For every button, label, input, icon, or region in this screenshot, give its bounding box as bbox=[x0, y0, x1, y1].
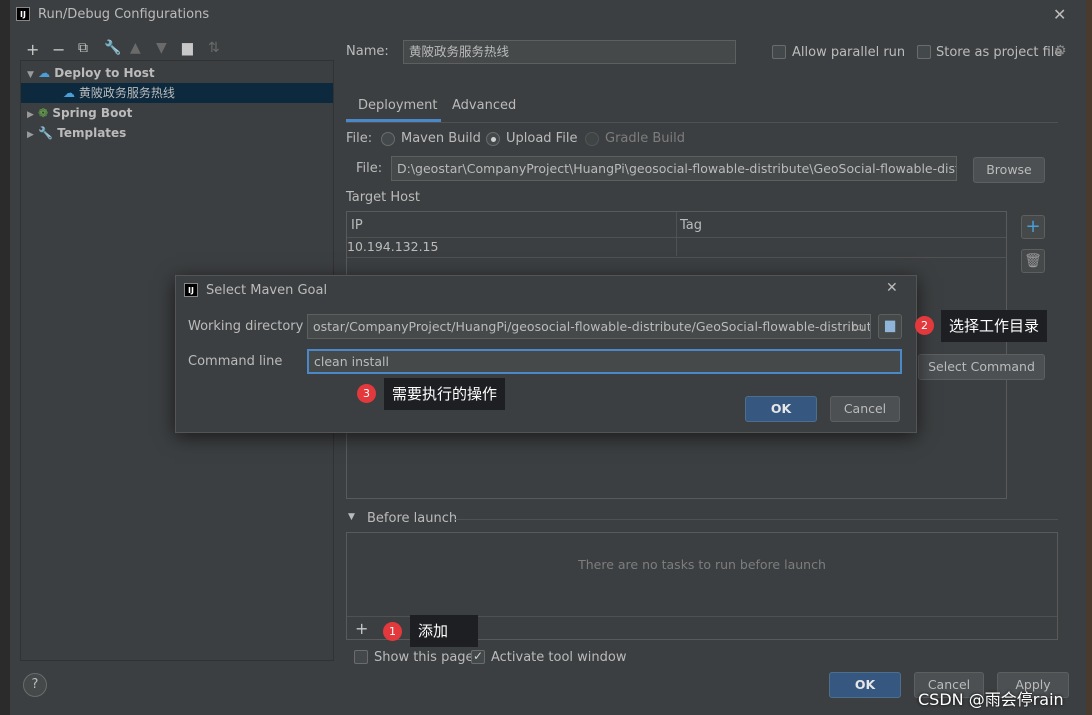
radio-label: Maven Build bbox=[401, 131, 481, 146]
chevron-down-icon: ▼ bbox=[27, 70, 34, 80]
tree-item-spring-boot[interactable]: ▶ ❁ Spring Boot bbox=[21, 103, 333, 123]
before-launch-divider bbox=[455, 519, 1058, 520]
sort-icon[interactable]: ⇅ bbox=[208, 40, 220, 56]
working-dir-value: ostar/CompanyProject/HuangPi/geosocial-f… bbox=[313, 319, 871, 334]
add-task-icon[interactable]: + bbox=[355, 619, 368, 638]
tree-item-config[interactable]: ☁ 黄陂政务服务热线 bbox=[21, 83, 333, 103]
callout-select-working-dir: 选择工作目录 bbox=[941, 310, 1048, 342]
window-title: Run/Debug Configurations bbox=[38, 7, 210, 22]
gear-icon[interactable]: ⚙ bbox=[1054, 43, 1067, 59]
copy-icon[interactable]: ⧉ bbox=[78, 40, 88, 56]
empty-tasks-text: There are no tasks to run before launch bbox=[578, 557, 826, 572]
dialog-close-icon[interactable]: ✕ bbox=[886, 280, 898, 296]
title-bar: IJ Run/Debug Configurations ✕ bbox=[10, 0, 1086, 30]
delete-icon[interactable]: 🗑 bbox=[1021, 249, 1045, 273]
collapse-arrow-icon[interactable]: ▼ bbox=[348, 512, 355, 522]
allow-parallel-label: Allow parallel run bbox=[792, 45, 906, 60]
new-folder-icon[interactable]: ▆ bbox=[182, 40, 193, 56]
arrow-down-icon[interactable]: ▼ bbox=[156, 40, 167, 56]
select-command-button[interactable]: Select Command bbox=[918, 354, 1045, 380]
csdn-watermark: CSDN @雨会停rain bbox=[918, 690, 1064, 709]
folder-icon[interactable]: ▭ bbox=[852, 315, 864, 338]
name-input[interactable]: 黄陂政务服务热线 bbox=[403, 40, 736, 64]
wrench-icon: 🔧 bbox=[38, 126, 54, 140]
add-host-button[interactable]: + bbox=[1021, 215, 1045, 239]
radio-maven-build[interactable] bbox=[381, 132, 395, 146]
cell-ip: 10.194.132.15 bbox=[347, 239, 439, 254]
wrench-icon[interactable]: 🔧 bbox=[104, 40, 121, 56]
tab-label: Advanced bbox=[452, 98, 517, 113]
radio-label: Upload File bbox=[506, 131, 578, 146]
activate-window-label: Activate tool window bbox=[491, 650, 627, 665]
file-type-label: File: bbox=[346, 131, 373, 146]
tree-item-templates[interactable]: ▶ 🔧 Templates bbox=[21, 123, 333, 143]
allow-parallel-checkbox[interactable] bbox=[772, 45, 786, 59]
callout-add: 添加 bbox=[410, 615, 478, 647]
chevron-right-icon: ▶ bbox=[27, 110, 34, 120]
tab-advanced[interactable]: Advanced bbox=[441, 94, 521, 122]
command-line-label: Command line bbox=[188, 354, 283, 369]
background-edge-right bbox=[1086, 0, 1092, 715]
table-row[interactable]: 10.194.132.15 bbox=[347, 238, 1006, 257]
cloud-upload-icon: ☁ bbox=[63, 86, 75, 100]
show-page-label: Show this page bbox=[374, 650, 474, 665]
help-button[interactable]: ? bbox=[23, 673, 47, 697]
intellij-logo-icon: IJ bbox=[16, 7, 30, 21]
dialog-ok-button[interactable]: OK bbox=[745, 396, 817, 422]
spring-boot-icon: ❁ bbox=[38, 106, 49, 120]
working-dir-label: Working directory bbox=[188, 319, 304, 334]
dialog-cancel-button[interactable]: Cancel bbox=[830, 396, 900, 422]
config-toolbar: + − ⧉ 🔧 ▲ ▼ ▆ ⇅ bbox=[26, 40, 226, 59]
callout-badge-1: 1 bbox=[383, 622, 402, 641]
browse-folder-button[interactable]: ▆ bbox=[878, 314, 902, 339]
callout-badge-3: 3 bbox=[357, 384, 376, 403]
store-project-checkbox[interactable] bbox=[917, 45, 931, 59]
command-line-input[interactable]: clean install bbox=[307, 349, 902, 374]
remove-icon[interactable]: − bbox=[52, 40, 65, 59]
store-project-label: Store as project file bbox=[936, 45, 1063, 60]
radio-gradle-build[interactable] bbox=[585, 132, 599, 146]
browse-button[interactable]: Browse bbox=[973, 157, 1045, 183]
tab-label: Deployment bbox=[358, 98, 438, 113]
target-host-label: Target Host bbox=[346, 190, 420, 205]
dialog-title: Select Maven Goal bbox=[206, 283, 328, 298]
tree-item-label: Deploy to Host bbox=[54, 66, 155, 80]
name-label: Name: bbox=[346, 44, 389, 59]
callout-operation: 需要执行的操作 bbox=[384, 378, 506, 410]
tree-item-deploy-to-host[interactable]: ▼ ☁ Deploy to Host bbox=[21, 63, 333, 83]
background-edge-left bbox=[0, 0, 10, 715]
callout-badge-2: 2 bbox=[915, 316, 934, 335]
tab-deployment[interactable]: Deployment bbox=[346, 94, 441, 122]
chevron-right-icon: ▶ bbox=[27, 130, 34, 140]
tab-divider bbox=[346, 122, 1058, 123]
intellij-logo-icon: IJ bbox=[184, 283, 198, 297]
radio-upload-file[interactable] bbox=[486, 132, 500, 146]
cloud-upload-icon: ☁ bbox=[38, 66, 51, 80]
row-divider bbox=[347, 257, 1006, 258]
file-path-input[interactable]: D:\geostar\CompanyProject\HuangPi\geosoc… bbox=[391, 156, 957, 181]
arrow-up-icon[interactable]: ▲ bbox=[130, 40, 141, 56]
close-icon[interactable]: ✕ bbox=[1053, 5, 1066, 24]
activate-window-checkbox[interactable] bbox=[471, 649, 485, 664]
column-header-ip: IP bbox=[351, 218, 363, 233]
add-icon[interactable]: + bbox=[26, 40, 39, 59]
working-dir-input[interactable]: ostar/CompanyProject/HuangPi/geosocial-f… bbox=[307, 314, 871, 339]
show-page-checkbox[interactable] bbox=[354, 650, 368, 664]
before-launch-label: Before launch bbox=[367, 511, 458, 526]
tree-item-label: Templates bbox=[57, 126, 127, 140]
column-header-tag: Tag bbox=[680, 218, 703, 233]
file-path-label: File: bbox=[356, 161, 383, 176]
tree-item-label: Spring Boot bbox=[52, 106, 133, 120]
ok-button[interactable]: OK bbox=[829, 672, 901, 698]
radio-label: Gradle Build bbox=[605, 131, 686, 146]
select-maven-goal-dialog: IJ Select Maven Goal ✕ Working directory… bbox=[175, 275, 917, 433]
tree-item-label: 黄陂政务服务热线 bbox=[78, 86, 175, 100]
